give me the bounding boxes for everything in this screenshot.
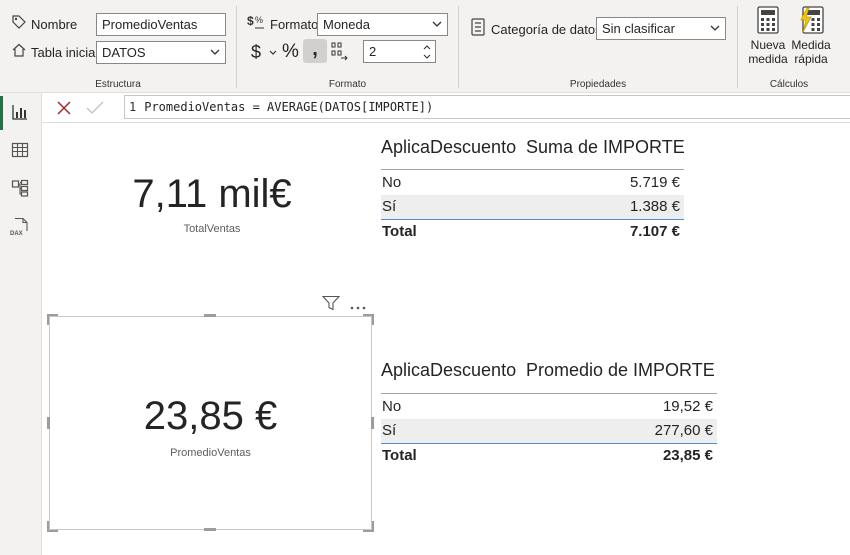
- tag-icon: [11, 14, 27, 35]
- table2-col2-header[interactable]: Promedio de IMPORTE: [526, 360, 715, 381]
- table1-col2-header[interactable]: Suma de IMPORTE: [526, 137, 685, 158]
- ribbon: Nombre PromedioVentas Tabla inicial DATO…: [0, 0, 850, 93]
- format-currency-icon: $%: [247, 13, 267, 36]
- group-label-calculos: Cálculos: [769, 79, 809, 90]
- dax-label: DAX: [10, 231, 23, 237]
- decimal-places-value: 2: [369, 44, 377, 59]
- decimal-places-spinner[interactable]: 2: [363, 40, 436, 63]
- resize-handle[interactable]: [204, 314, 216, 317]
- calculator-icon: [757, 6, 779, 34]
- medida-rapida-line2: rápida: [794, 52, 828, 66]
- formato-label: Formato: [270, 17, 319, 32]
- filter-icon[interactable]: [321, 295, 341, 316]
- chevron-down-icon: [432, 21, 442, 27]
- table2-total-label: Total: [382, 447, 417, 464]
- data-category-icon: [471, 18, 485, 41]
- card-totalventas-label: TotalVentas: [183, 223, 241, 235]
- currency-chevron-icon[interactable]: [268, 48, 278, 58]
- tabla-inicial-value: DATOS: [102, 45, 146, 60]
- tabla-inicial-select[interactable]: DATOS: [96, 41, 226, 64]
- nav-dax-query-view[interactable]: DAX: [0, 208, 42, 246]
- resize-handle[interactable]: [47, 520, 59, 532]
- table1-col1-header[interactable]: AplicaDescuento: [381, 137, 516, 158]
- nueva-medida-button[interactable]: Nueva medida: [746, 6, 790, 66]
- svg-text:$: $: [247, 14, 254, 28]
- comma-style-button[interactable]: ,: [303, 39, 327, 63]
- table1-row1-label: No: [382, 174, 402, 191]
- resize-handle[interactable]: [362, 520, 374, 532]
- nav-table-view[interactable]: [0, 132, 42, 170]
- table2-row2-value: 277,60 €: [654, 422, 713, 439]
- table1-total-label: Total: [382, 223, 417, 240]
- card-promedioventas-value: 23,85 €: [143, 394, 278, 438]
- formula-bar: 1 PromedioVentas = AVERAGE(DATOS[IMPORTE]…: [42, 93, 850, 123]
- commit-formula-icon[interactable]: [86, 100, 104, 121]
- group-label-estructura: Estructura: [95, 79, 141, 90]
- model-view-icon: [11, 179, 29, 197]
- table-row[interactable]: No 5.719 €: [381, 171, 684, 195]
- table1-row2-label: Sí: [382, 198, 397, 215]
- table1-header-line: [381, 169, 684, 170]
- left-nav: DAX: [0, 93, 42, 555]
- table-total-row: Total 7.107 €: [381, 220, 684, 244]
- table2-total-value: 23,85 €: [662, 447, 713, 464]
- percent-button[interactable]: %: [282, 41, 299, 63]
- nueva-medida-line2: medida: [748, 52, 788, 66]
- resize-handle[interactable]: [204, 528, 216, 531]
- table-row[interactable]: Sí 277,60 €: [381, 419, 717, 443]
- formula-text: PromedioVentas = AVERAGE(DATOS[IMPORTE]): [144, 100, 434, 114]
- resize-handle[interactable]: [362, 314, 374, 326]
- formato-select[interactable]: Moneda: [317, 13, 448, 36]
- categoria-select[interactable]: Sin clasificar: [596, 17, 726, 40]
- report-canvas: 7,11 mil€ TotalVentas AplicaDescuento Su…: [42, 124, 850, 555]
- chevron-down-icon: [210, 49, 220, 55]
- home-icon: [11, 42, 27, 63]
- comma-symbol: ,: [312, 38, 318, 60]
- cancel-formula-icon[interactable]: [56, 100, 72, 121]
- decimal-places-icon[interactable]: [330, 41, 348, 66]
- categoria-value: Sin clasificar: [602, 21, 675, 36]
- table2-row2-label: Sí: [382, 422, 397, 439]
- group-propiedades: Categoría de datos Sin clasificar Propie…: [459, 0, 737, 93]
- nueva-medida-line1: Nueva: [750, 38, 786, 52]
- table1-total-value: 7.107 €: [629, 223, 680, 240]
- table2-col1-header[interactable]: AplicaDescuento: [381, 360, 516, 381]
- quick-measure-icon: [800, 6, 824, 34]
- table2-row1-label: No: [382, 398, 402, 415]
- table2-row1-value: 19,52 €: [662, 398, 713, 415]
- table-total-row: Total 23,85 €: [381, 444, 717, 468]
- group-label-propiedades: Propiedades: [569, 79, 627, 90]
- card-promedioventas-label: PromedioVentas: [170, 447, 251, 459]
- formula-input[interactable]: 1 PromedioVentas = AVERAGE(DATOS[IMPORTE]…: [124, 95, 850, 119]
- spinner-arrows-icon[interactable]: [422, 42, 432, 62]
- svg-text:%: %: [255, 15, 263, 25]
- group-estructura: Nombre PromedioVentas Tabla inicial DATO…: [0, 0, 236, 93]
- medida-rapida-line1: Medida: [791, 38, 831, 52]
- report-view-icon: [12, 105, 27, 120]
- categoria-label: Categoría de datos: [491, 22, 602, 37]
- nombre-label: Nombre: [31, 17, 78, 32]
- resize-handle[interactable]: [47, 314, 59, 326]
- card-totalventas-value: 7,11 mil€: [132, 172, 292, 216]
- currency-button[interactable]: $: [251, 42, 261, 63]
- group-label-formato: Formato: [328, 79, 367, 90]
- table-row[interactable]: Sí 1.388 €: [381, 195, 684, 219]
- table-row[interactable]: No 19,52 €: [381, 395, 717, 419]
- chevron-down-icon: [710, 25, 720, 31]
- table1-row2-value: 1.388 €: [629, 198, 680, 215]
- medida-rapida-button[interactable]: Medida rápida: [790, 6, 832, 66]
- formula-line-number: 1: [129, 100, 137, 114]
- table-view-icon: [11, 142, 29, 158]
- group-formato: $% Formato Moneda $ % , 2 Formato: [237, 0, 458, 93]
- table2-header-line: [381, 393, 717, 394]
- tabla-inicial-label: Tabla inicial: [31, 45, 99, 60]
- formato-value: Moneda: [323, 17, 370, 32]
- group-calculos: Nueva medida Medida rápida Cálculos: [738, 0, 840, 93]
- nav-model-view[interactable]: [0, 170, 42, 208]
- nombre-input[interactable]: PromedioVentas: [96, 13, 226, 36]
- table1-row1-value: 5.719 €: [629, 174, 680, 191]
- nav-report-view[interactable]: [0, 94, 42, 132]
